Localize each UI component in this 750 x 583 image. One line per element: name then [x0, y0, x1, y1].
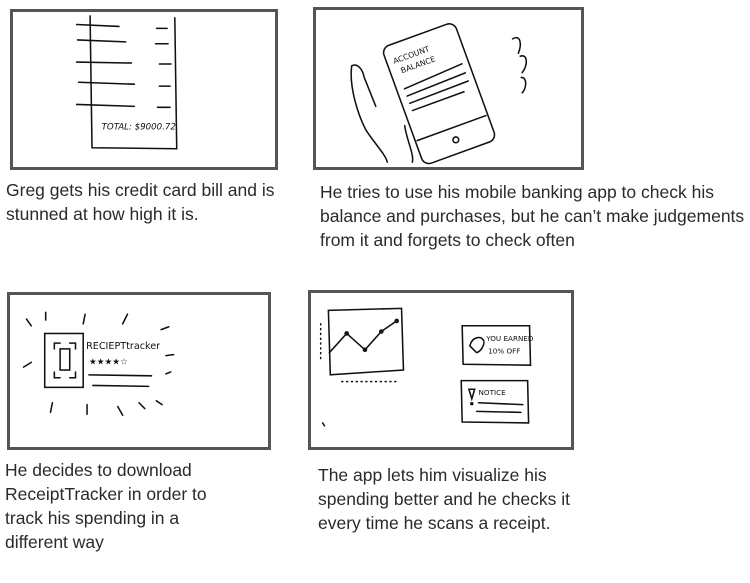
- phone-in-hand-sketch: ACCOUNT BALANCE: [350, 23, 528, 165]
- bill-total-text: TOTAL: $9000.72: [102, 122, 176, 132]
- caption-2: He tries to use his mobile banking app t…: [320, 182, 745, 250]
- storyboard-panel-2: ACCOUNT BALANCE: [313, 7, 584, 170]
- reward-text-1: YOU EARNED: [485, 334, 534, 343]
- reward-text-2: 10% OFF: [488, 347, 520, 356]
- app-dashboard-sketch: YOU EARNED 10% OFF NOTICE: [319, 307, 534, 427]
- credit-card-bill-sketch: TOTAL: $9000.72: [75, 15, 178, 150]
- storyboard-panel-4: YOU EARNED 10% OFF NOTICE: [308, 290, 574, 450]
- app-icon: [43, 332, 84, 389]
- storyboard-panel-3: RECIEPTtracker ★★★★☆: [7, 292, 271, 450]
- caption-3: He decides to download ReceiptTracker in…: [5, 460, 207, 552]
- spending-line-chart: [328, 320, 398, 354]
- app-rating-stars: ★★★★☆: [89, 357, 128, 367]
- caption-4: The app lets him visualize his spending …: [318, 465, 570, 533]
- app-download-sketch: RECIEPTtracker ★★★★☆: [22, 311, 175, 417]
- notice-text: NOTICE: [479, 388, 507, 397]
- caption-1: Greg gets his credit card bill and is st…: [6, 180, 275, 224]
- app-name-text: RECIEPTtracker: [86, 341, 160, 352]
- storyboard-panel-1: TOTAL: $9000.72: [10, 9, 278, 170]
